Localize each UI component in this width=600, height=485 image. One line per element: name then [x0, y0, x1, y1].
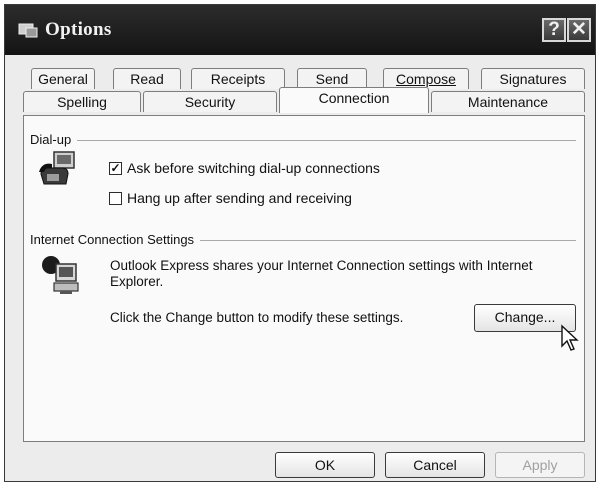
tab-signatures[interactable]: Signatures: [481, 68, 585, 89]
tab-read[interactable]: Read: [113, 68, 181, 89]
apply-button-label: Apply: [522, 457, 558, 473]
tab-label: Send: [315, 71, 349, 87]
tab-spelling[interactable]: Spelling: [23, 91, 141, 112]
options-icon: [18, 23, 38, 38]
change-hint-text: Click the Change button to modify these …: [110, 310, 404, 325]
tab-label: Maintenance: [467, 94, 549, 110]
tab-maintenance[interactable]: Maintenance: [431, 91, 585, 112]
title-bar[interactable]: Options ? ✕: [5, 5, 595, 55]
hang-up-checkbox[interactable]: Hang up after sending and receiving: [109, 190, 352, 206]
mouse-pointer-icon: [561, 324, 579, 351]
internet-description: Outlook Express shares your Internet Con…: [110, 258, 533, 289]
ok-button[interactable]: OK: [275, 452, 375, 478]
tab-security[interactable]: Security: [143, 91, 277, 112]
ok-button-label: OK: [314, 457, 336, 473]
internet-group-label: Internet Connection Settings: [30, 232, 201, 247]
dialup-group-label: Dial-up: [30, 132, 78, 147]
window-title: Options: [45, 19, 112, 40]
tab-label: Spelling: [57, 94, 107, 110]
tab-receipts[interactable]: Receipts: [191, 68, 285, 89]
cancel-button-label: Cancel: [413, 457, 457, 473]
close-button[interactable]: ✕: [567, 18, 591, 42]
tab-compose[interactable]: Compose: [383, 68, 469, 89]
dialup-divider: [32, 140, 576, 141]
connection-panel: Dial-up ✓ Ask before switching dial-up c…: [23, 115, 585, 442]
dialup-phone-icon: [39, 151, 75, 185]
tab-general[interactable]: General: [31, 68, 95, 89]
tab-label: Security: [184, 94, 236, 110]
tab-connection[interactable]: Connection: [279, 87, 429, 113]
ask-before-switching-checkbox[interactable]: ✓ Ask before switching dial-up connectio…: [109, 160, 380, 176]
change-button-label: Change...: [494, 309, 556, 325]
tab-label: Read: [130, 71, 164, 87]
checkbox-label: Hang up after sending and receiving: [127, 190, 352, 206]
options-dialog: Options ? ✕ General Read Receipts Send C…: [4, 4, 596, 482]
apply-button: Apply: [495, 452, 585, 478]
tab-label: Compose: [396, 71, 456, 87]
tab-send[interactable]: Send: [297, 68, 367, 89]
globe-computer-icon: [42, 256, 79, 294]
checkbox-label: Ask before switching dial-up connections: [127, 160, 380, 176]
tab-label: Receipts: [210, 71, 266, 87]
checkbox-box[interactable]: ✓: [109, 161, 122, 175]
tab-label: Signatures: [499, 71, 567, 87]
checkbox-box[interactable]: [109, 191, 122, 205]
help-button[interactable]: ?: [542, 18, 566, 42]
tab-label: General: [38, 71, 88, 87]
cancel-button[interactable]: Cancel: [385, 452, 485, 478]
tab-label: Connection: [318, 90, 390, 106]
